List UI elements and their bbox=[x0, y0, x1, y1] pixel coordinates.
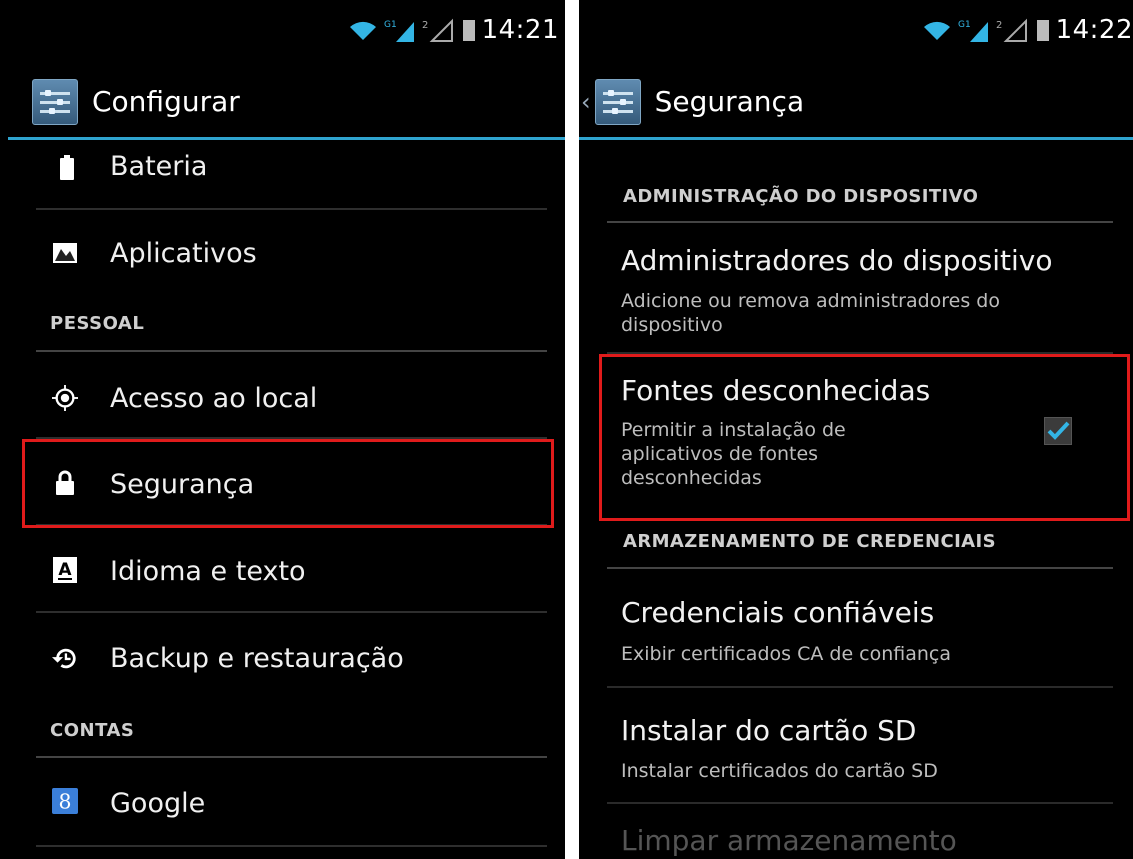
google-glyph: 8 bbox=[59, 789, 72, 813]
svg-text:2: 2 bbox=[996, 20, 1002, 31]
signal-icon: G1 bbox=[384, 20, 414, 42]
settings-item-language[interactable]: A Idioma e texto bbox=[8, 526, 565, 612]
section-header-credentials: ARMAZENAMENTO DE CREDENCIAIS bbox=[623, 531, 996, 552]
battery-icon bbox=[54, 155, 80, 181]
google-icon: 8 bbox=[52, 788, 78, 814]
settings-item-label: Google bbox=[110, 788, 206, 819]
settings-item-battery[interactable]: Bateria bbox=[8, 141, 565, 209]
settings-item-label: Idioma e texto bbox=[110, 556, 306, 587]
clock: 14:21 bbox=[481, 15, 559, 45]
pref-title: Instalar do cartão SD bbox=[621, 714, 917, 747]
action-bar: Configurar bbox=[8, 66, 565, 140]
settings-item-backup[interactable]: Backup e restauração bbox=[8, 613, 565, 699]
status-bar: G1 2 14:22 bbox=[579, 8, 1133, 52]
up-caret-icon[interactable]: ‹ bbox=[581, 88, 591, 116]
settings-item-apps[interactable]: Aplicativos bbox=[8, 210, 565, 295]
settings-item-label: Aplicativos bbox=[110, 238, 257, 269]
backup-icon bbox=[52, 645, 78, 671]
settings-item-location[interactable]: Acesso ao local bbox=[8, 352, 565, 438]
settings-item-google[interactable]: 8 Google bbox=[8, 758, 565, 844]
section-header-accounts: CONTAS bbox=[50, 720, 135, 741]
panel-divider bbox=[565, 0, 579, 859]
action-bar: ‹ Segurança bbox=[579, 66, 1133, 140]
pref-summary: Exibir certificados CA de confiança bbox=[621, 643, 952, 665]
pref-title: Credenciais confiáveis bbox=[621, 596, 935, 629]
pref-title: Administradores do dispositivo bbox=[621, 244, 1053, 277]
pref-title: Limpar armazenamento bbox=[621, 824, 957, 857]
svg-text:2: 2 bbox=[422, 20, 428, 31]
pref-summary: Instalar certificados do cartão SD bbox=[621, 760, 938, 782]
location-icon bbox=[52, 385, 78, 411]
battery-status-icon bbox=[462, 20, 475, 41]
section-header-device-admin: ADMINISTRAÇÃO DO DISPOSITIVO bbox=[623, 186, 979, 207]
security-panel: G1 2 14:22 ‹ Segurança ADMINISTRAÇÃO DO … bbox=[579, 0, 1133, 859]
status-bar: G1 2 14:21 bbox=[8, 8, 565, 52]
clock: 14:22 bbox=[1055, 15, 1133, 45]
language-icon: A bbox=[52, 557, 78, 583]
battery-status-icon bbox=[1036, 20, 1049, 41]
settings-panel: G1 2 14:21 Configurar Bateria Aplicativo… bbox=[8, 0, 565, 859]
page-title: Segurança bbox=[654, 85, 805, 118]
pref-summary: Adicione ou remova administradores do di… bbox=[621, 290, 1000, 336]
signal-2-icon: 2 bbox=[996, 18, 1027, 42]
settings-item-label: Backup e restauração bbox=[110, 643, 404, 674]
settings-app-icon[interactable] bbox=[32, 78, 78, 125]
wifi-icon bbox=[923, 21, 950, 40]
section-header-personal: PESSOAL bbox=[50, 313, 145, 334]
signal-2-icon: 2 bbox=[422, 18, 453, 42]
highlight-box-unknown-sources bbox=[599, 354, 1130, 521]
apps-icon bbox=[52, 240, 78, 266]
wifi-icon bbox=[349, 21, 376, 40]
language-glyph: A bbox=[58, 560, 72, 580]
svg-text:G1: G1 bbox=[958, 20, 971, 30]
settings-item-label: Acesso ao local bbox=[110, 383, 318, 414]
highlight-box-security bbox=[22, 439, 554, 528]
signal-icon: G1 bbox=[958, 20, 988, 42]
svg-text:G1: G1 bbox=[384, 20, 397, 30]
settings-item-label: Bateria bbox=[110, 151, 208, 182]
page-title: Configurar bbox=[92, 85, 240, 118]
settings-app-icon[interactable] bbox=[594, 78, 641, 125]
